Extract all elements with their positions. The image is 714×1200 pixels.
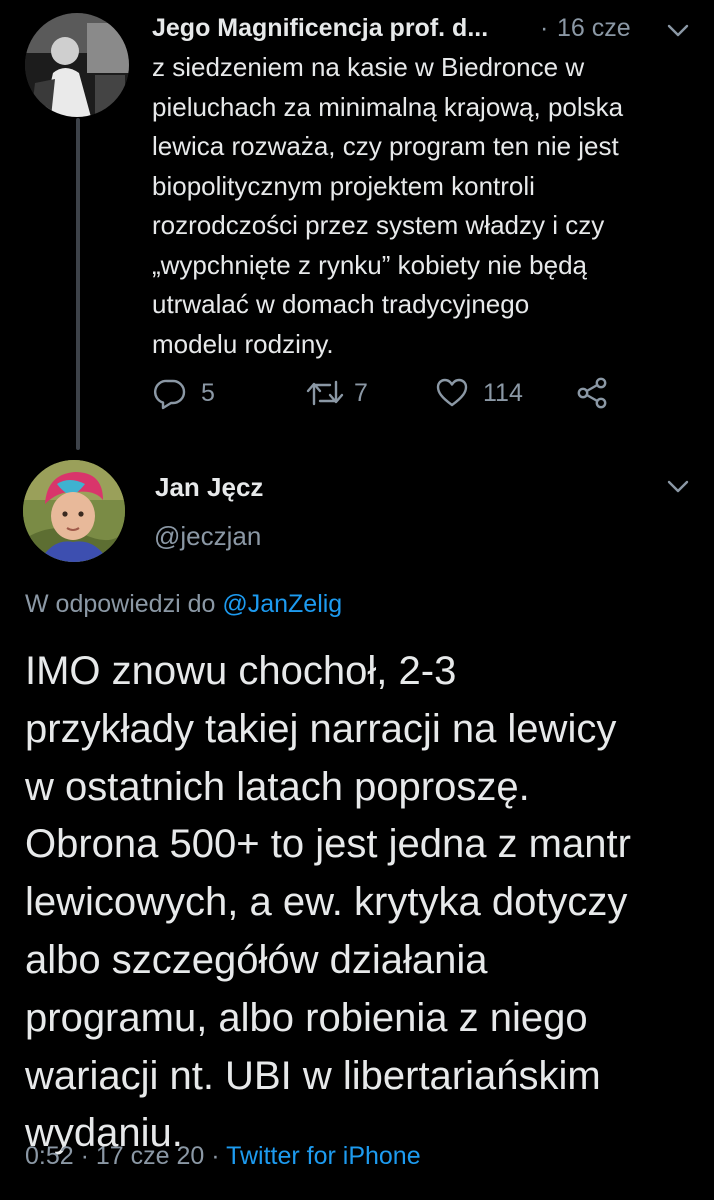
meta-separator: ·	[73, 1142, 96, 1170]
text-line: modelu rodziny.	[152, 328, 334, 359]
replying-to-mention-link[interactable]: @JanZelig	[222, 590, 342, 618]
replying-to-prefix: W odpowiedzi do	[25, 590, 223, 618]
parent-author-name[interactable]: Jego Magnificencja prof. d...	[152, 14, 532, 43]
text-line: albo szczegółów działania	[25, 937, 488, 982]
author-handle[interactable]: @jeczjan	[154, 521, 261, 552]
thread-connector-line	[76, 118, 80, 450]
parent-tweet-text: z siedzeniem na kasie w Biedronce w piel…	[152, 48, 692, 364]
share-icon	[577, 377, 607, 409]
tweet-text: IMO znowu chochoł, 2-3 przykłady takiej …	[25, 643, 705, 1163]
author-avatar[interactable]	[23, 460, 125, 562]
author-name[interactable]: Jan Jęcz	[155, 472, 263, 503]
text-line: lewicowych, a ew. krytyka dotyczy	[25, 880, 628, 925]
like-count: 114	[483, 378, 523, 407]
chevron-down-icon[interactable]	[667, 24, 689, 38]
reply-count: 5	[201, 378, 215, 407]
retweet-button[interactable]: 7	[306, 373, 368, 413]
tweet-source-link[interactable]: Twitter for iPhone	[226, 1142, 421, 1170]
tweet-date: 17 cze 20	[95, 1142, 205, 1170]
reply-button[interactable]: 5	[153, 373, 215, 413]
meta-separator: ·	[204, 1142, 227, 1170]
text-line: z siedzeniem na kasie w Biedronce w	[152, 52, 585, 82]
text-line: lewica rozważa, czy program ten nie jest	[152, 131, 619, 161]
replying-to-line: W odpowiedzi do @JanZelig	[25, 590, 342, 619]
text-line: programu, albo robienia z niego	[25, 995, 588, 1040]
text-line: „wypchnięte z rynku” kobiety nie będą	[152, 249, 588, 280]
heart-icon	[436, 378, 468, 407]
tweet-time: 0:52	[25, 1142, 74, 1170]
text-line: rozrodczości przez system władzy i czy	[152, 210, 605, 240]
text-line: przykłady takiej narracji na lewicy	[25, 706, 617, 751]
retweet-icon	[306, 380, 344, 406]
like-button[interactable]: 114	[435, 373, 523, 413]
tweet-metadata: 0:52 · 17 cze 20 · Twitter for iPhone	[25, 1142, 421, 1171]
text-line: Obrona 500+ to jest jedna z mantr	[25, 822, 631, 867]
chevron-down-icon[interactable]	[667, 480, 689, 494]
share-button[interactable]	[575, 373, 609, 413]
parent-author-avatar[interactable]	[25, 13, 129, 117]
parent-date[interactable]: 16 cze	[557, 14, 631, 43]
parent-date-separator: ·	[540, 14, 549, 42]
text-line: utrwalać w domach tradycyjnego	[152, 289, 530, 319]
retweet-count: 7	[354, 378, 368, 407]
text-line: wariacji nt. UBI w libertariańskim	[25, 1053, 601, 1098]
text-line: w ostatnich latach poproszę.	[25, 764, 530, 809]
text-line: IMO znowu chochoł, 2-3	[25, 649, 457, 693]
text-line: biopolitycznym projektem kontroli	[152, 170, 535, 201]
text-line: pieluchach za minimalną krajową, polska	[152, 91, 624, 122]
reply-icon	[154, 379, 186, 410]
